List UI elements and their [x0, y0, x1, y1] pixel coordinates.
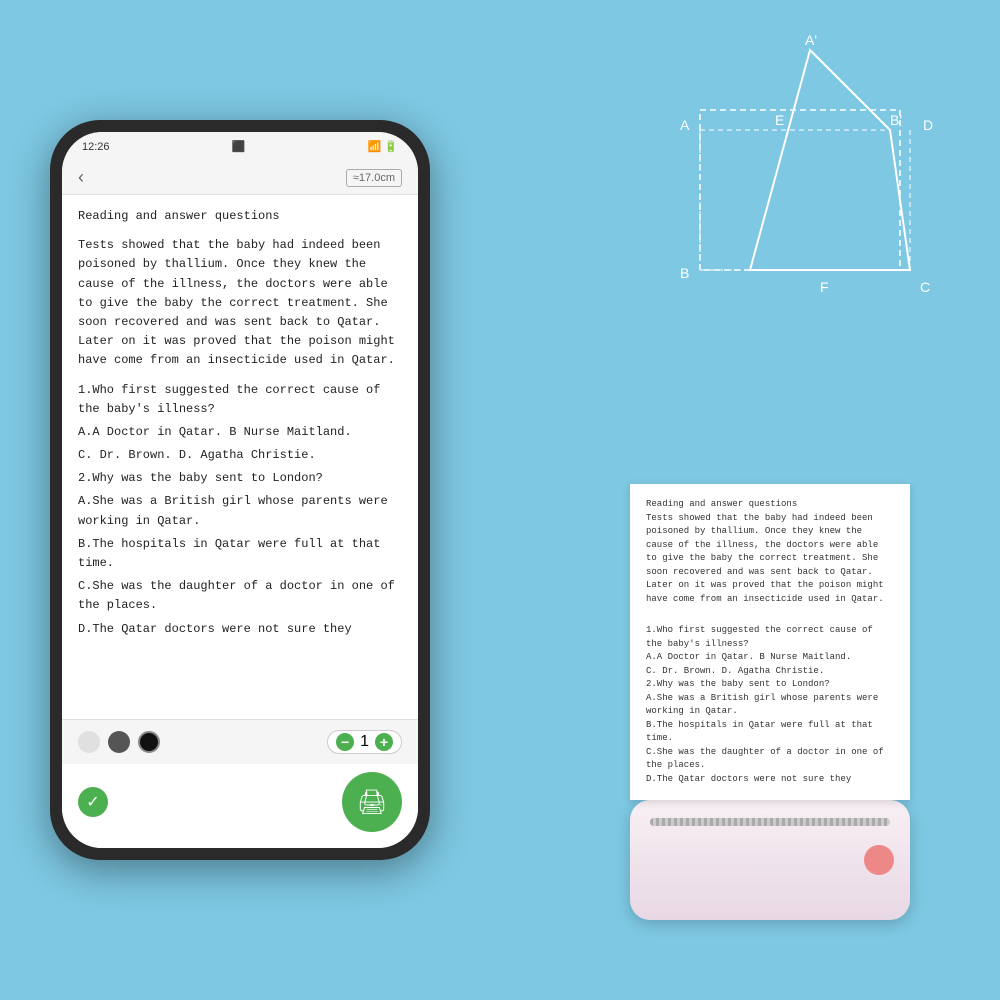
question-2: 2.Why was the baby sent to London? [78, 469, 402, 488]
geometry-svg: A' A E B' D B F C [620, 30, 940, 310]
question-2-option-b: B.The hospitals in Qatar were full at th… [78, 535, 402, 573]
phone-content: Reading and answer questions Tests showe… [62, 195, 418, 719]
printed-paper: Reading and answer questions Tests showe… [630, 484, 910, 800]
printer-area: Reading and answer questions Tests showe… [600, 484, 940, 920]
label-A-prime: A' [805, 32, 817, 48]
camera-notch: ⬛ [232, 140, 246, 153]
signal-battery: 📶 🔋 [368, 140, 398, 153]
phone-screen: 12:26 ⬛ 📶 🔋 ‹ ≈17.0cm Reading and answer… [62, 132, 418, 848]
paper-q2b: B.The hospitals in Qatar were full at th… [646, 719, 894, 746]
paper-q2: 2.Why was the baby sent to London? [646, 678, 894, 692]
printer-power-button[interactable] [864, 845, 894, 875]
label-D: D [923, 117, 933, 133]
question-2-option-c: C.She was the daughter of a doctor in on… [78, 577, 402, 615]
question-2-option-a: A.She was a British girl whose parents w… [78, 492, 402, 530]
label-B: B [680, 265, 689, 281]
paper-body: Tests showed that the baby had indeed be… [646, 512, 894, 607]
paper-q2d: D.The Qatar doctors were not sure they [646, 773, 894, 787]
printer-slot [650, 818, 890, 826]
question-1: 1.Who first suggested the correct cause … [78, 381, 402, 419]
confirm-button[interactable]: ✓ [78, 787, 108, 817]
size-decrease-button[interactable]: − [336, 733, 354, 751]
size-control: − 1 + [327, 730, 402, 754]
color-dot-black[interactable] [138, 731, 160, 753]
label-C: C [920, 279, 930, 295]
action-row: ✓ 🖨 [62, 764, 418, 848]
phone-body: 12:26 ⬛ 📶 🔋 ‹ ≈17.0cm Reading and answer… [50, 120, 430, 860]
question-1-option-b: C. Dr. Brown. D. Agatha Christie. [78, 446, 402, 465]
paper-title: Reading and answer questions [646, 498, 894, 512]
question-2-option-d: D.The Qatar doctors were not sure they [78, 620, 402, 639]
geometry-diagram: A' A E B' D B F C [620, 30, 940, 310]
size-increase-button[interactable]: + [375, 733, 393, 751]
printer-body [630, 800, 910, 920]
status-bar: 12:26 ⬛ 📶 🔋 [62, 132, 418, 161]
label-F: F [820, 279, 829, 295]
phone: 12:26 ⬛ 📶 🔋 ‹ ≈17.0cm Reading and answer… [50, 120, 450, 880]
print-button[interactable]: 🖨 [342, 772, 402, 832]
color-selector [78, 731, 160, 753]
color-dot-dark[interactable] [108, 731, 130, 753]
paper-q1b: C. Dr. Brown. D. Agatha Christie. [646, 665, 894, 679]
nav-bar: ‹ ≈17.0cm [62, 161, 418, 195]
back-button[interactable]: ‹ [78, 167, 84, 188]
reading-body: Tests showed that the baby had indeed be… [78, 236, 402, 370]
size-value: 1 [360, 733, 369, 751]
measure-label: ≈17.0cm [346, 169, 402, 187]
label-E: E [775, 112, 784, 128]
question-1-option-a: A.A Doctor in Qatar. B Nurse Maitland. [78, 423, 402, 442]
time-display: 12:26 [82, 141, 110, 153]
bottom-bar: − 1 + [62, 719, 418, 764]
paper-q1a: A.A Doctor in Qatar. B Nurse Maitland. [646, 651, 894, 665]
paper-q2a: A.She was a British girl whose parents w… [646, 692, 894, 719]
reading-title: Reading and answer questions [78, 207, 402, 226]
label-A: A [680, 117, 690, 133]
paper-q1: 1.Who first suggested the correct cause … [646, 624, 894, 651]
color-dot-white[interactable] [78, 731, 100, 753]
paper-q2c: C.She was the daughter of a doctor in on… [646, 746, 894, 773]
label-B-prime: B' [890, 112, 902, 128]
